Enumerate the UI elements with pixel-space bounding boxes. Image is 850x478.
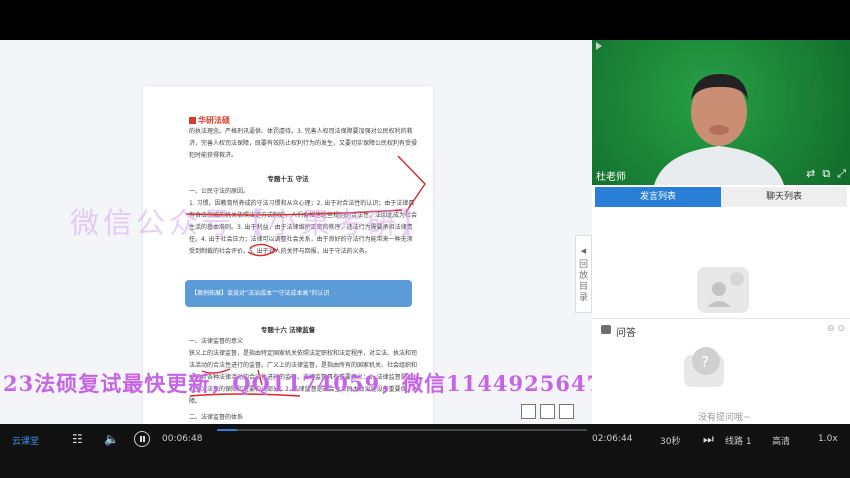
switch-icon[interactable]: ⇄: [806, 167, 815, 180]
watermark-middle: 微信公众号【小果考研】: [70, 206, 434, 240]
current-time: 00:06:48: [162, 434, 203, 444]
fit-screen-icon[interactable]: [540, 404, 555, 419]
collapse-arrow-icon: ◀: [580, 247, 587, 255]
skip-30s-button[interactable]: 30秒: [660, 434, 680, 447]
tab-speech-list[interactable]: 发言列表: [595, 187, 721, 207]
catalog-icon[interactable]: ☷: [72, 432, 83, 446]
expand-icon[interactable]: [559, 404, 574, 419]
top-black-bar: [0, 0, 850, 40]
total-time: 02:06:44: [592, 434, 633, 444]
qa-icon: [601, 325, 611, 334]
teacher-name: 杜老师: [596, 172, 626, 183]
video-controls: ⇄ ⧉ ⤢: [799, 167, 846, 181]
quality-selector[interactable]: 高清: [772, 434, 790, 447]
video-play-icon: [596, 42, 602, 50]
empty-question-icon: ?: [684, 347, 724, 387]
qa-header: 问答 ⊖ ⊙: [592, 318, 850, 341]
progress-bar[interactable]: [217, 429, 587, 431]
no-questions-text: 没有提问哦~: [698, 413, 751, 423]
replay-catalog-tab[interactable]: ◀ 回放目录: [575, 235, 592, 313]
panel-tabs: 发言列表 聊天列表: [595, 187, 847, 207]
teacher-video: 杜老师 ⇄ ⧉ ⤢: [592, 40, 850, 185]
pause-button[interactable]: [134, 431, 150, 447]
player-controls: 云课堂 ☷ 🔈 00:06:48 02:06:44 30秒 ⏭ 线路 1 高清 …: [0, 424, 850, 478]
expand-icon[interactable]: ⤢: [837, 167, 846, 180]
brand-label: 云课堂: [12, 437, 40, 447]
line-selector[interactable]: 线路 1: [725, 434, 752, 447]
volume-icon[interactable]: 🔈: [104, 432, 119, 446]
fullscreen-icon[interactable]: [521, 404, 536, 419]
teacher-image: [654, 74, 784, 185]
popout-icon[interactable]: ⧉: [822, 167, 830, 180]
fast-forward-icon[interactable]: ⏭: [703, 432, 714, 447]
slide-tools: [521, 404, 578, 423]
speed-selector[interactable]: 1.0x: [818, 434, 838, 444]
tab-chat-list[interactable]: 聊天列表: [721, 187, 847, 207]
svg-text:?: ?: [701, 353, 709, 371]
progress-fill: [217, 429, 237, 431]
right-panel: 发言列表 聊天列表 问答 ⊖ ⊙ ? 没有提问哦~: [592, 185, 850, 424]
empty-user-icon: [697, 267, 749, 313]
slide-stage: 华研法硕 的执法理念。严格刑讯逼供、体罚虐待。3. 完善人权司法保障要加强对公民…: [0, 40, 592, 424]
qa-title: 问答: [616, 328, 636, 339]
qa-toggle-buttons[interactable]: ⊖ ⊙: [827, 324, 845, 334]
